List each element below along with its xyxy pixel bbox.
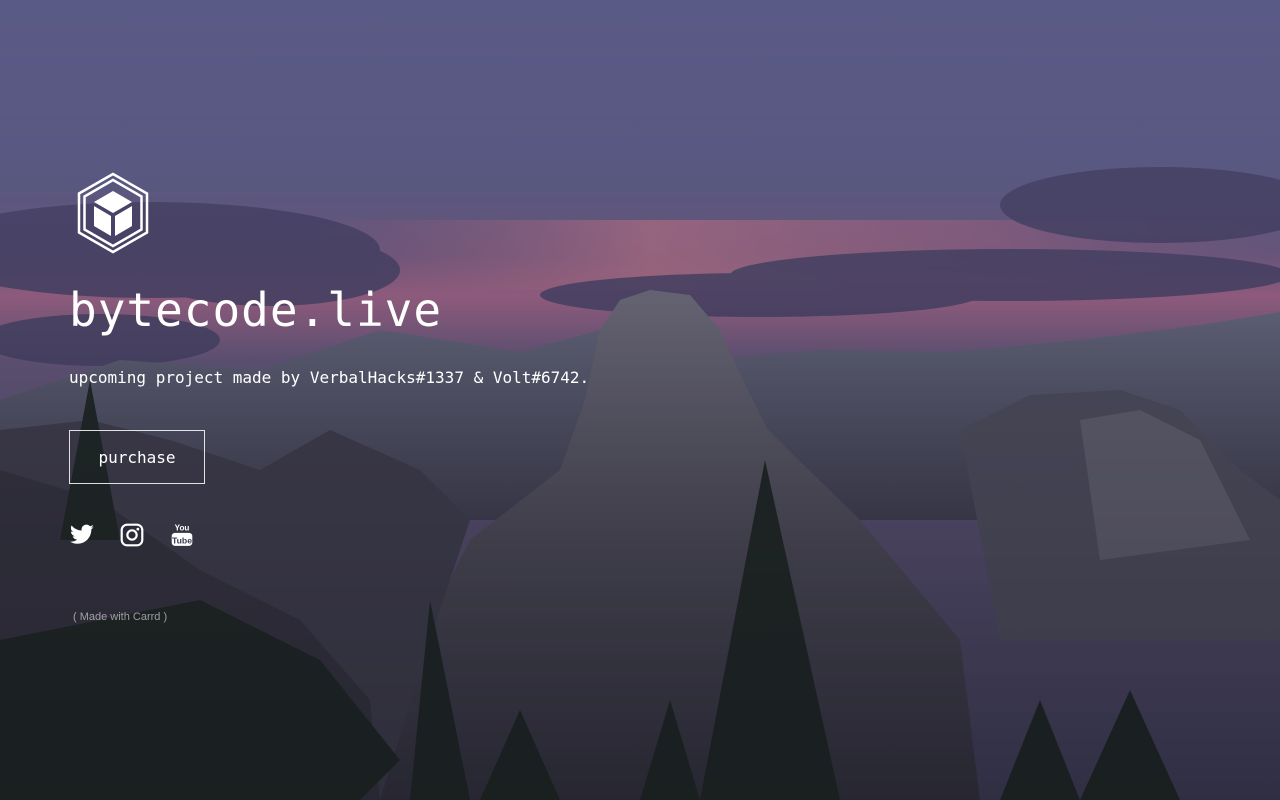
tagline: upcoming project made by VerbalHacks#133… (69, 368, 590, 387)
twitter-icon[interactable] (69, 522, 95, 548)
social-links: You Tube (69, 522, 209, 548)
svg-text:Tube: Tube (172, 535, 192, 545)
made-with-carrd-link[interactable]: ( Made with Carrd ) (73, 611, 167, 623)
cube-hexagon-icon (77, 172, 149, 254)
site-title: bytecode.live (69, 283, 443, 337)
instagram-icon[interactable] (119, 522, 145, 548)
background-landscape-image (0, 0, 1280, 800)
purchase-button[interactable]: purchase (69, 430, 205, 484)
youtube-icon[interactable]: You Tube (169, 522, 195, 548)
svg-text:You: You (175, 524, 190, 533)
